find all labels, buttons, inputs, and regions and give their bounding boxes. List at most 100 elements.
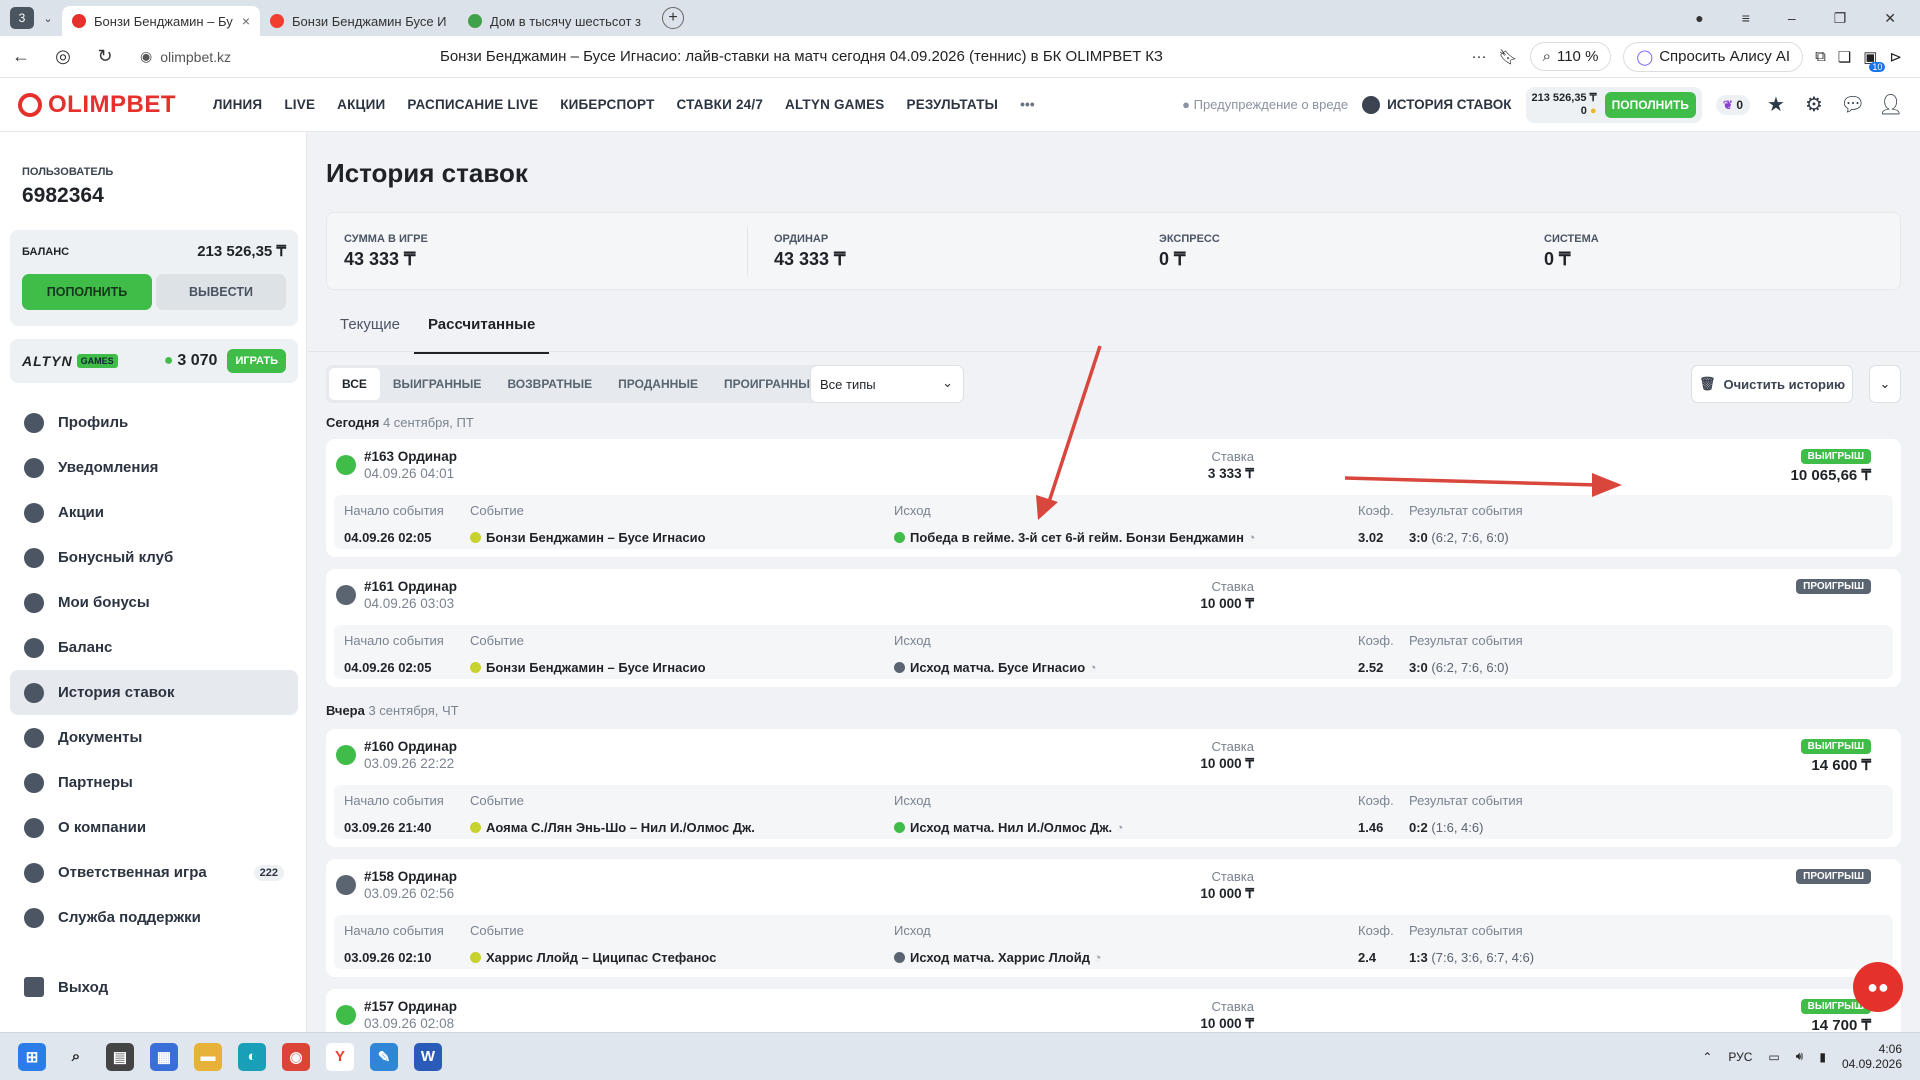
tab-settled[interactable]: Рассчитанные — [413, 310, 550, 354]
chrome-icon[interactable]: ◉ — [282, 1042, 310, 1071]
logout-button[interactable]: Выход — [24, 977, 108, 997]
user-icon[interactable]: 👤︎ — [1878, 93, 1903, 117]
zoom-indicator[interactable]: ⌕ 110 % — [1529, 42, 1612, 71]
browser-tab[interactable]: Дом в тысячу шестьсот з — [458, 6, 656, 36]
sidebar-item-balance[interactable]: Баланс — [10, 625, 298, 670]
chevron-up-icon[interactable]: ⌃ — [1702, 1050, 1712, 1064]
harm-warning-link[interactable]: ● Предупреждение о вреде — [1182, 97, 1348, 112]
language-indicator[interactable]: РУС — [1728, 1050, 1752, 1064]
header-history-link[interactable]: ИСТОРИЯ СТАВОК — [1362, 95, 1512, 114]
search-icon[interactable]: ⌕ — [62, 1043, 90, 1071]
promo-counter[interactable]: ❦ 0 — [1715, 94, 1750, 115]
bookmark-icon[interactable]: 🔖︎ — [1499, 48, 1518, 66]
bet-details: Начало события Событие Исход Коэф. Резул… — [334, 915, 1893, 969]
yandex-browser-icon[interactable]: Y — [326, 1042, 354, 1071]
bet-card[interactable]: #158 Ординар 03.09.26 02:56 Ставка 10 00… — [326, 859, 1901, 977]
clear-history-button[interactable]: 🗑︎ Очистить историю — [1691, 365, 1853, 403]
reload-icon[interactable]: ↻ — [84, 46, 126, 67]
nav-esports[interactable]: КИБЕРСПОРТ — [549, 97, 665, 112]
sidebar-item-support[interactable]: Служба поддержки — [10, 895, 298, 940]
account-sidebar: ПОЛЬЗОВАТЕЛЬ 6982364 БАЛАНС 213 526,35 ₸… — [0, 132, 307, 1032]
filter-all[interactable]: ВСЕ — [329, 368, 380, 400]
sidebar-item-profile[interactable]: Профиль — [10, 400, 298, 445]
star-icon[interactable]: ★ — [1764, 93, 1788, 117]
minimize-icon[interactable]: – — [1788, 10, 1796, 26]
withdraw-button[interactable]: ВЫВЕСТИ — [156, 274, 286, 310]
restore-icon[interactable]: ❐ — [1834, 10, 1847, 27]
profile-icon[interactable]: ● — [1695, 10, 1703, 26]
header-balance[interactable]: 213 526,35 ₸ 0 ● ПОПОЛНИТЬ — [1525, 86, 1702, 123]
battery-icon[interactable]: ▮ — [1819, 1050, 1826, 1064]
info-icon[interactable]: ◔ — [1094, 950, 1102, 965]
bet-card[interactable]: #163 Ординар 04.09.26 04:01 Ставка 3 333… — [326, 439, 1901, 557]
store-icon[interactable]: ▦ — [150, 1042, 178, 1071]
nav-more[interactable]: ••• — [1009, 97, 1046, 112]
browser-tab[interactable]: Бонзи Бенджамин – Бу × — [62, 6, 260, 36]
collections-icon[interactable]: ❏ — [1838, 48, 1851, 66]
bet-card[interactable]: #160 Ординар 03.09.26 22:22 Ставка 10 00… — [326, 729, 1901, 847]
expand-all-button[interactable]: ⌄ — [1869, 365, 1901, 403]
check-icon — [336, 1005, 356, 1025]
nav-results[interactable]: РЕЗУЛЬТАТЫ — [895, 97, 1009, 112]
sidebar-item-documents[interactable]: Документы — [10, 715, 298, 760]
browser-tab[interactable]: Бонзи Бенджамин Бусе И — [260, 6, 458, 36]
network-icon[interactable]: ▭ — [1768, 1050, 1779, 1064]
info-icon[interactable]: ◔ — [1116, 820, 1124, 835]
extension-badge-icon[interactable]: ▣ 10 — [1863, 48, 1886, 72]
sidebar-item-responsible-gaming[interactable]: Ответственная игра 222 — [10, 850, 298, 895]
sidebar-item-notifications[interactable]: Уведомления — [10, 445, 298, 490]
sidebar-item-my-bonuses[interactable]: Мои бонусы — [10, 580, 298, 625]
medal-icon — [24, 547, 44, 568]
bet-card[interactable]: #161 Ординар 04.09.26 03:03 Ставка 10 00… — [326, 569, 1901, 687]
deposit-button[interactable]: ПОПОЛНИТЬ — [22, 274, 152, 310]
nav-promos[interactable]: АКЦИИ — [326, 97, 396, 112]
new-tab-button[interactable]: + — [662, 7, 684, 29]
word-icon[interactable]: W — [414, 1042, 442, 1071]
nav-live[interactable]: LIVE — [273, 97, 326, 112]
bet-card[interactable]: #157 Ординар 03.09.26 02:08 Ставка 10 00… — [326, 989, 1901, 1032]
sidebar-item-about[interactable]: О компании — [10, 805, 298, 850]
extensions-icon[interactable]: ⧉ — [1815, 48, 1826, 65]
clock[interactable]: 4:06 04.09.2026 — [1842, 1042, 1902, 1072]
tab-counter[interactable]: 3 — [10, 7, 34, 29]
edge-icon[interactable]: ◐ — [238, 1042, 266, 1071]
nav-line[interactable]: ЛИНИЯ — [202, 97, 273, 112]
volume-icon[interactable]: 🔊︎ — [1796, 1049, 1804, 1064]
filter-returned[interactable]: ВОЗВРАТНЫЕ — [494, 368, 605, 400]
file-explorer-icon[interactable]: ▬ — [194, 1042, 222, 1071]
sidebar-item-promos[interactable]: Акции — [10, 490, 298, 535]
support-chat-button[interactable]: ●● — [1853, 962, 1903, 1012]
alice-button[interactable]: ◯ Спросить Алису AI — [1623, 41, 1804, 72]
sidebar-item-bonus-club[interactable]: Бонусный клуб — [10, 535, 298, 580]
nav-bets-24-7[interactable]: СТАВКИ 24/7 — [666, 97, 774, 112]
chat-icon[interactable]: 💬︎ — [1840, 93, 1865, 117]
filter-won[interactable]: ВЫИГРАННЫЕ — [380, 368, 495, 400]
sidebar-item-bet-history[interactable]: История ставок — [10, 670, 298, 715]
chevron-down-icon[interactable]: ⌄ — [34, 12, 62, 25]
nav-altyn-games[interactable]: ALTYN GAMES — [774, 97, 895, 112]
altyn-play-button[interactable]: ИГРАТЬ — [227, 349, 286, 373]
bet-type-select[interactable]: Все типы ⌄ — [810, 365, 964, 403]
nav-live-schedule[interactable]: РАСПИСАНИЕ LIVE — [396, 97, 549, 112]
sidebar-item-partners[interactable]: Партнеры — [10, 760, 298, 805]
menu-icon[interactable]: ≡ — [1742, 10, 1750, 26]
status-badge: ВЫИГРЫШ — [1800, 739, 1871, 754]
url-field[interactable]: ◉ olimpbet.kz — [140, 48, 231, 65]
gear-icon[interactable]: ⚙ — [1802, 93, 1826, 117]
close-icon[interactable]: × — [242, 13, 250, 29]
info-icon[interactable]: ◔ — [1089, 660, 1097, 675]
status-badge: ПРОИГРЫШ — [1796, 869, 1871, 884]
sidebar-toggle-icon[interactable]: ⊳ — [1889, 48, 1902, 66]
filter-sold[interactable]: ПРОДАННЫЕ — [605, 368, 711, 400]
close-window-icon[interactable]: ✕ — [1884, 10, 1896, 27]
olimpbet-logo[interactable]: OLIMPBET — [18, 91, 176, 119]
shield-icon[interactable]: ◎ — [42, 46, 84, 67]
info-icon[interactable]: ◔ — [1248, 530, 1256, 545]
tab-current[interactable]: Текущие — [326, 310, 414, 354]
paint-icon[interactable]: ✎ — [370, 1042, 398, 1071]
back-arrow-icon[interactable]: ← — [0, 46, 42, 67]
windows-start-icon[interactable]: ⊞ — [18, 1042, 46, 1071]
header-deposit-button[interactable]: ПОПОЛНИТЬ — [1604, 91, 1696, 118]
more-icon[interactable]: ··· — [1472, 48, 1487, 65]
task-view-icon[interactable]: ▤ — [106, 1042, 134, 1071]
